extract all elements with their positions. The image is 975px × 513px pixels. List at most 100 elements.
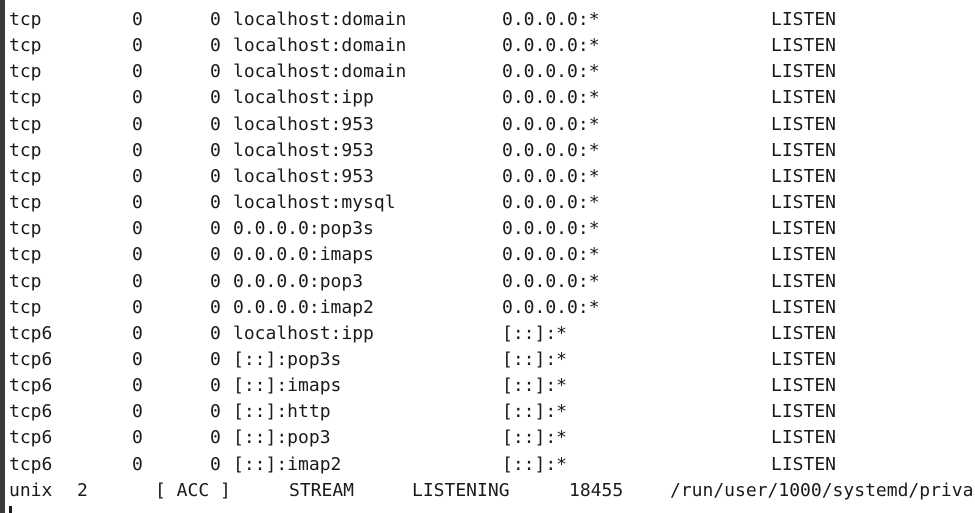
tcp-foreign-address: [::]:* — [502, 427, 568, 449]
unix-refcnt: 2 — [77, 480, 88, 501]
tcp-proto: tcp6 — [9, 348, 53, 370]
tcp-recv-q: 0 — [132, 192, 143, 214]
tcp-foreign-address: [::]:* — [502, 401, 568, 423]
tcp-recv-q: 0 — [132, 322, 143, 344]
unix-state: LISTENING — [412, 480, 510, 501]
tcp-foreign-address: [::]:* — [502, 375, 568, 397]
tcp-proto: tcp6 — [9, 427, 53, 449]
tcp-proto: tcp — [9, 192, 42, 214]
tcp-state: LISTEN — [771, 348, 837, 370]
tcp-send-q: 0 — [210, 322, 221, 344]
tcp-local-address: [::]:pop3 — [233, 427, 331, 449]
tcp-local-address: localhost:mysql — [233, 192, 396, 214]
table-row: tcp 0 0 localhost:953 0.0.0.0:* LISTEN — [0, 138, 975, 164]
table-row: tcp 0 0 0.0.0.0:imaps 0.0.0.0:* LISTEN — [0, 242, 975, 268]
tcp-send-q: 0 — [210, 87, 221, 109]
tcp-local-address: localhost:ipp — [233, 322, 374, 344]
tcp-foreign-address: 0.0.0.0:* — [502, 61, 600, 83]
tcp-recv-q: 0 — [132, 35, 143, 57]
tcp-send-q: 0 — [210, 296, 221, 318]
table-row: tcp6 0 0 [::]:http [::]:* LISTEN — [0, 399, 975, 425]
tcp-state: LISTEN — [771, 113, 837, 135]
tcp-foreign-address: [::]:* — [502, 348, 568, 370]
tcp-state: LISTEN — [771, 139, 837, 161]
tcp-send-q: 0 — [210, 113, 221, 135]
unix-type: STREAM — [289, 480, 355, 501]
tcp-recv-q: 0 — [132, 244, 143, 266]
tcp-state: LISTEN — [771, 375, 837, 397]
tcp-proto: tcp — [9, 87, 42, 109]
tcp-local-address: [::]:pop3s — [233, 348, 342, 370]
tcp-foreign-address: 0.0.0.0:* — [502, 113, 600, 135]
tcp-local-address: localhost:domain — [233, 61, 407, 83]
text-cursor — [9, 506, 12, 513]
tcp-proto: tcp — [9, 113, 42, 135]
table-row: tcp6 0 0 [::]:imaps [::]:* LISTEN — [0, 373, 975, 399]
tcp-state: LISTEN — [771, 244, 837, 266]
tcp-send-q: 0 — [210, 218, 221, 240]
tcp-foreign-address: 0.0.0.0:* — [502, 270, 600, 292]
tcp-send-q: 0 — [210, 244, 221, 266]
tcp-recv-q: 0 — [132, 218, 143, 240]
tcp-send-q: 0 — [210, 453, 221, 475]
tcp-state: LISTEN — [771, 218, 837, 240]
tcp-local-address: localhost:953 — [233, 139, 374, 161]
tcp-proto: tcp6 — [9, 453, 53, 475]
tcp-proto: tcp — [9, 218, 42, 240]
tcp-proto: tcp6 — [9, 401, 53, 423]
tcp-recv-q: 0 — [132, 375, 143, 397]
unix-proto: unix — [9, 480, 53, 501]
terminal-window[interactable]: tcp 0 0 localhost:domain 0.0.0.0:* LISTEN tcp 0… — [0, 0, 975, 513]
tcp-proto: tcp — [9, 270, 42, 292]
tcp-local-address: localhost:953 — [233, 113, 374, 135]
tcp-state: LISTEN — [771, 322, 837, 344]
tcp-local-address: 0.0.0.0:pop3s — [233, 218, 374, 240]
unix-flags: [ ACC ] — [155, 480, 231, 501]
table-row: tcp 0 0 localhost:953 0.0.0.0:* LISTEN — [0, 112, 975, 138]
table-row: tcp 0 0 0.0.0.0:imap2 0.0.0.0:* LISTEN — [0, 295, 975, 321]
tcp-local-address: [::]:http — [233, 401, 331, 423]
tcp-state: LISTEN — [771, 270, 837, 292]
tcp-state: LISTEN — [771, 296, 837, 318]
tcp-state: LISTEN — [771, 87, 837, 109]
tcp-recv-q: 0 — [132, 427, 143, 449]
tcp-recv-q: 0 — [132, 348, 143, 370]
tcp-local-address: 0.0.0.0:pop3 — [233, 270, 364, 292]
tcp-local-address: [::]:imap2 — [233, 453, 342, 475]
tcp-foreign-address: 0.0.0.0:* — [502, 218, 600, 240]
table-row: tcp 0 0 localhost:domain 0.0.0.0:* LISTEN — [0, 59, 975, 85]
tcp-send-q: 0 — [210, 348, 221, 370]
tcp-recv-q: 0 — [132, 401, 143, 423]
table-row: tcp6 0 0 [::]:imap2 [::]:* LISTEN — [0, 452, 975, 478]
table-row: tcp 0 0 localhost:domain 0.0.0.0:* LISTEN — [0, 7, 975, 33]
tcp-send-q: 0 — [210, 427, 221, 449]
tcp-proto: tcp6 — [9, 322, 53, 344]
tcp-state: LISTEN — [771, 35, 837, 57]
tcp-recv-q: 0 — [132, 296, 143, 318]
table-row: tcp 0 0 localhost:domain 0.0.0.0:* LISTEN — [0, 33, 975, 59]
tcp-foreign-address: [::]:* — [502, 322, 568, 344]
tcp-local-address: localhost:domain — [233, 35, 407, 57]
tcp-proto: tcp — [9, 35, 42, 57]
table-row: tcp6 0 0 [::]:pop3 [::]:* LISTEN — [0, 425, 975, 451]
tcp-foreign-address: 0.0.0.0:* — [502, 244, 600, 266]
tcp-state: LISTEN — [771, 9, 837, 30]
tcp-recv-q: 0 — [132, 61, 143, 83]
tcp-proto: tcp — [9, 139, 42, 161]
tcp-state: LISTEN — [771, 427, 837, 449]
table-row: tcp 0 0 localhost:mysql 0.0.0.0:* LISTEN — [0, 190, 975, 216]
table-row: tcp6 0 0 localhost:ipp [::]:* LISTEN — [0, 321, 975, 347]
tcp-local-address: 0.0.0.0:imaps — [233, 244, 374, 266]
table-row: tcp 0 0 localhost:ipp 0.0.0.0:* LISTEN — [0, 85, 975, 111]
unix-path: /run/user/1000/systemd/priva — [670, 480, 974, 501]
tcp-recv-q: 0 — [132, 270, 143, 292]
tcp-state: LISTEN — [771, 453, 837, 475]
table-row: tcp 0 0 0.0.0.0:pop3s 0.0.0.0:* LISTEN — [0, 216, 975, 242]
table-row: tcp 0 0 localhost:953 0.0.0.0:* LISTEN — [0, 164, 975, 190]
table-row: tcp6 0 0 [::]:pop3s [::]:* LISTEN — [0, 347, 975, 373]
tcp-send-q: 0 — [210, 375, 221, 397]
tcp-send-q: 0 — [210, 139, 221, 161]
tcp-foreign-address: 0.0.0.0:* — [502, 35, 600, 57]
table-row: tcp 0 0 0.0.0.0:pop3 0.0.0.0:* LISTEN — [0, 269, 975, 295]
tcp-proto: tcp — [9, 9, 42, 30]
